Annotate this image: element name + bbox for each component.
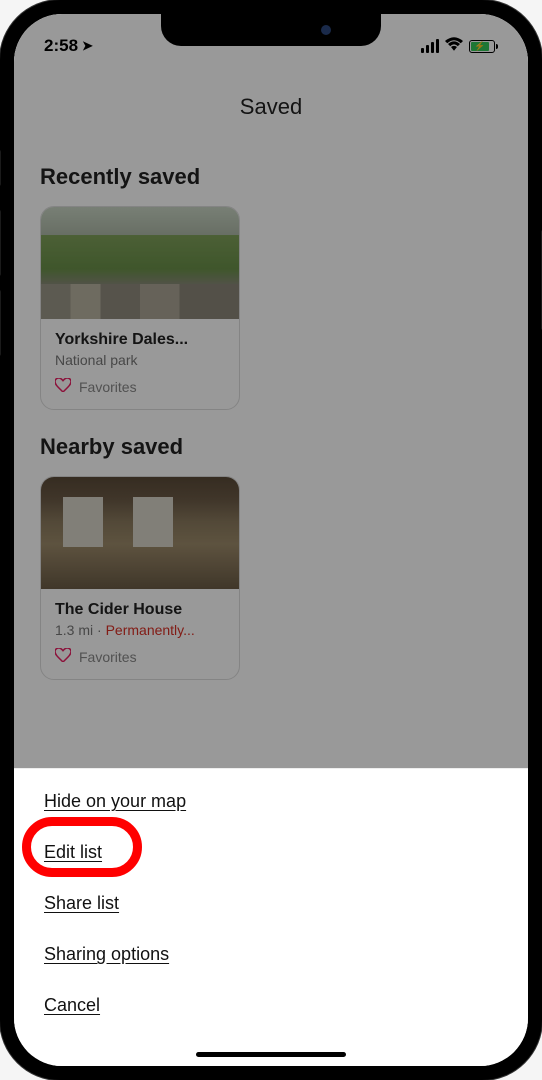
cancel-action[interactable]: Cancel [44,995,100,1016]
action-sheet: Hide on your map Edit list Share list Sh… [14,768,528,1066]
home-indicator[interactable] [196,1052,346,1057]
place-thumbnail [41,477,239,589]
place-list-label: Favorites [79,649,137,665]
share-list-action[interactable]: Share list [44,893,119,914]
sharing-options-action[interactable]: Sharing options [44,944,169,965]
edit-list-action[interactable]: Edit list [44,842,102,863]
place-thumbnail [41,207,239,319]
nearby-saved-heading: Nearby saved [40,434,502,460]
heart-icon [55,378,71,395]
battery-icon: ⚡ [469,40,498,53]
cellular-icon [421,39,439,53]
place-meta: 1.3 mi · Permanently... [55,622,225,638]
place-title: Yorkshire Dales... [55,331,225,349]
saved-place-card[interactable]: The Cider House 1.3 mi · Permanently... … [40,476,240,680]
status-time: 2:58 [44,36,78,56]
page-title: Saved [14,64,528,140]
wifi-icon [445,36,463,56]
heart-icon [55,648,71,665]
place-list-label: Favorites [79,379,137,395]
place-subtitle: National park [55,352,225,368]
location-icon: ➤ [82,38,93,54]
place-title: The Cider House [55,601,225,619]
recently-saved-heading: Recently saved [40,164,502,190]
saved-place-card[interactable]: Yorkshire Dales... National park Favorit… [40,206,240,410]
hide-on-map-action[interactable]: Hide on your map [44,791,186,812]
